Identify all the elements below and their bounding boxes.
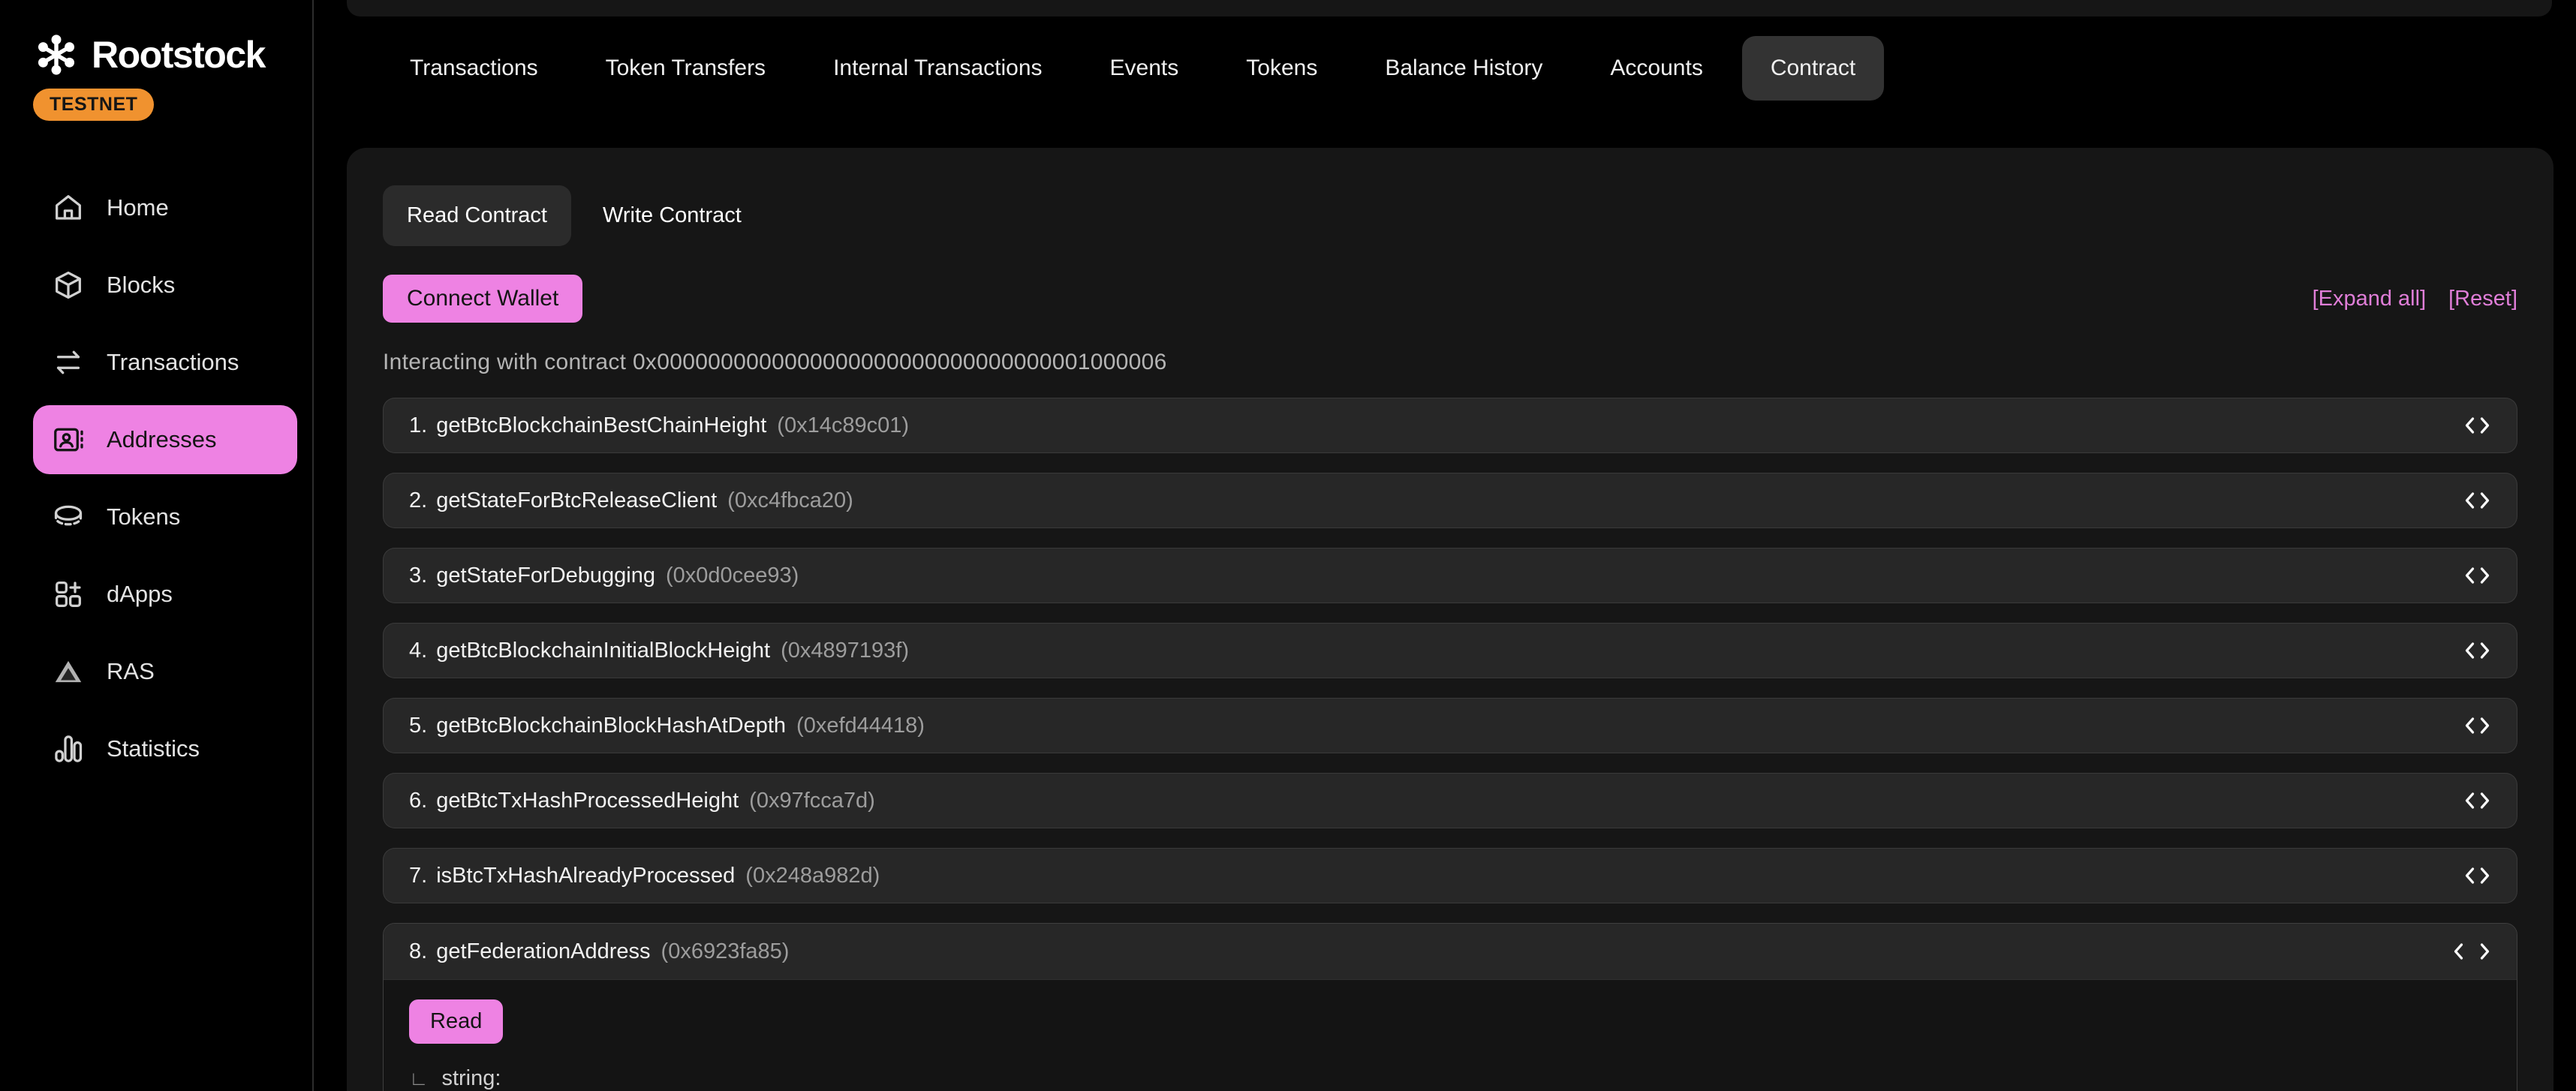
- function-row-8-expanded: 8. getFederationAddress (0x6923fa85) Rea…: [383, 923, 2517, 1091]
- contract-panel: Read Contract Write Contract Connect Wal…: [347, 148, 2553, 1091]
- code-icon[interactable]: [2463, 864, 2491, 887]
- code-icon[interactable]: [2463, 639, 2491, 662]
- sidebar-item-tokens[interactable]: Tokens: [33, 482, 297, 552]
- function-row-4[interactable]: 4. getBtcBlockchainInitialBlockHeight (0…: [383, 623, 2517, 678]
- sidebar-item-statistics[interactable]: Statistics: [33, 714, 297, 783]
- function-name: getBtcBlockchainBestChainHeight: [436, 413, 766, 438]
- tab-balance-history[interactable]: Balance History: [1356, 36, 1571, 101]
- transactions-icon: [51, 345, 86, 380]
- function-output-line: ∟ string:: [409, 1066, 2491, 1091]
- return-corner-glyph: ∟: [409, 1067, 428, 1090]
- read-button[interactable]: Read: [409, 999, 503, 1044]
- function-selector: (0x97fcca7d): [749, 789, 875, 813]
- brand-logo[interactable]: Rootstock: [33, 32, 312, 78]
- dapps-icon: [51, 577, 86, 612]
- sidebar-item-label: Addresses: [107, 426, 216, 453]
- code-icon[interactable]: [2463, 714, 2491, 737]
- sidebar-item-home[interactable]: Home: [33, 173, 297, 242]
- rootstock-logo-icon: [33, 32, 80, 78]
- function-index: 7.: [409, 864, 427, 888]
- code-icon[interactable]: [2463, 489, 2491, 512]
- tab-tokens[interactable]: Tokens: [1217, 36, 1346, 101]
- function-name: getFederationAddress: [436, 939, 650, 964]
- tab-token-transfers[interactable]: Token Transfers: [577, 36, 794, 101]
- code-icon[interactable]: [2463, 789, 2491, 812]
- sidebar-item-blocks[interactable]: Blocks: [33, 251, 297, 320]
- function-row-3[interactable]: 3. getStateForDebugging (0x0d0cee93): [383, 548, 2517, 603]
- function-name: getStateForBtcReleaseClient: [436, 488, 717, 513]
- function-index: 8.: [409, 939, 427, 964]
- function-selector: (0x6923fa85): [661, 939, 790, 964]
- code-icon[interactable]: [2463, 414, 2491, 437]
- ras-icon: [51, 654, 86, 689]
- tab-internal-transactions[interactable]: Internal Transactions: [805, 36, 1070, 101]
- function-selector: (0x248a982d): [745, 864, 880, 888]
- home-icon: [51, 191, 86, 225]
- sidebar-item-ras[interactable]: RAS: [33, 637, 297, 706]
- address-tabs: Transactions Token Transfers Internal Tr…: [381, 36, 1884, 101]
- panel-links: [Expand all] [Reset]: [2313, 287, 2517, 311]
- function-row-6[interactable]: 6. getBtcTxHashProcessedHeight (0x97fcca…: [383, 773, 2517, 828]
- sidebar: Rootstock TESTNET Home Blocks: [0, 0, 314, 1091]
- function-selector: (0x14c89c01): [777, 413, 909, 438]
- previous-card-bottom: [347, 0, 2552, 17]
- function-expanded-body: Read ∟ string:: [384, 979, 2517, 1091]
- blocks-icon: [51, 268, 86, 302]
- function-selector: (0x0d0cee93): [666, 564, 799, 588]
- code-icon[interactable]: [2463, 564, 2491, 587]
- tab-accounts[interactable]: Accounts: [1581, 36, 1731, 101]
- tab-transactions[interactable]: Transactions: [381, 36, 567, 101]
- sidebar-item-label: Home: [107, 194, 169, 221]
- function-index: 1.: [409, 413, 427, 438]
- function-name: isBtcTxHashAlreadyProcessed: [436, 864, 735, 888]
- code-icon[interactable]: [2452, 940, 2491, 963]
- function-index: 6.: [409, 789, 427, 813]
- addresses-icon: [51, 422, 86, 457]
- statistics-icon: [51, 732, 86, 766]
- sidebar-item-label: Statistics: [107, 735, 200, 762]
- subtab-read-contract[interactable]: Read Contract: [383, 185, 571, 246]
- function-selector: (0xefd44418): [796, 714, 925, 738]
- sidebar-item-dapps[interactable]: dApps: [33, 560, 297, 629]
- testnet-badge: TESTNET: [33, 89, 154, 121]
- main-content: Transactions Token Transfers Internal Tr…: [315, 0, 2576, 1091]
- output-type-label: string:: [441, 1066, 501, 1091]
- function-name: getBtcTxHashProcessedHeight: [436, 789, 739, 813]
- sidebar-item-label: dApps: [107, 581, 173, 608]
- subtab-write-contract[interactable]: Write Contract: [579, 185, 766, 246]
- function-index: 5.: [409, 714, 427, 738]
- function-row-1[interactable]: 1. getBtcBlockchainBestChainHeight (0x14…: [383, 398, 2517, 453]
- sidebar-item-label: Blocks: [107, 272, 175, 299]
- function-list: 1. getBtcBlockchainBestChainHeight (0x14…: [383, 398, 2517, 1091]
- sidebar-nav: Home Blocks Transactions: [33, 173, 312, 783]
- sidebar-item-label: Tokens: [107, 503, 180, 530]
- function-selector: (0xc4fbca20): [727, 488, 853, 513]
- interacting-with-contract-text: Interacting with contract 0x000000000000…: [383, 350, 2517, 375]
- contract-subtabs: Read Contract Write Contract: [383, 185, 2517, 246]
- sidebar-item-label: Transactions: [107, 349, 239, 376]
- function-row-8[interactable]: 8. getFederationAddress (0x6923fa85): [384, 924, 2517, 979]
- function-row-5[interactable]: 5. getBtcBlockchainBlockHashAtDepth (0xe…: [383, 698, 2517, 753]
- function-selector: (0x4897193f): [781, 639, 909, 663]
- sidebar-item-label: RAS: [107, 658, 155, 685]
- function-name: getStateForDebugging: [436, 564, 655, 588]
- function-row-2[interactable]: 2. getStateForBtcReleaseClient (0xc4fbca…: [383, 473, 2517, 528]
- function-index: 4.: [409, 639, 427, 663]
- tab-events[interactable]: Events: [1082, 36, 1208, 101]
- sidebar-item-addresses[interactable]: Addresses: [33, 405, 297, 474]
- reset-link[interactable]: [Reset]: [2448, 287, 2517, 311]
- function-index: 3.: [409, 564, 427, 588]
- function-index: 2.: [409, 488, 427, 513]
- tokens-icon: [51, 500, 86, 534]
- tab-contract[interactable]: Contract: [1742, 36, 1884, 101]
- function-name: getBtcBlockchainBlockHashAtDepth: [436, 714, 786, 738]
- expand-all-link[interactable]: [Expand all]: [2313, 287, 2427, 311]
- connect-wallet-button[interactable]: Connect Wallet: [383, 275, 582, 323]
- brand-name: Rootstock: [92, 33, 265, 77]
- function-row-7[interactable]: 7. isBtcTxHashAlreadyProcessed (0x248a98…: [383, 848, 2517, 903]
- app-root: Rootstock TESTNET Home Blocks: [0, 0, 2576, 1091]
- function-name: getBtcBlockchainInitialBlockHeight: [436, 639, 770, 663]
- sidebar-item-transactions[interactable]: Transactions: [33, 328, 297, 397]
- wallet-row: Connect Wallet [Expand all] [Reset]: [383, 275, 2517, 323]
